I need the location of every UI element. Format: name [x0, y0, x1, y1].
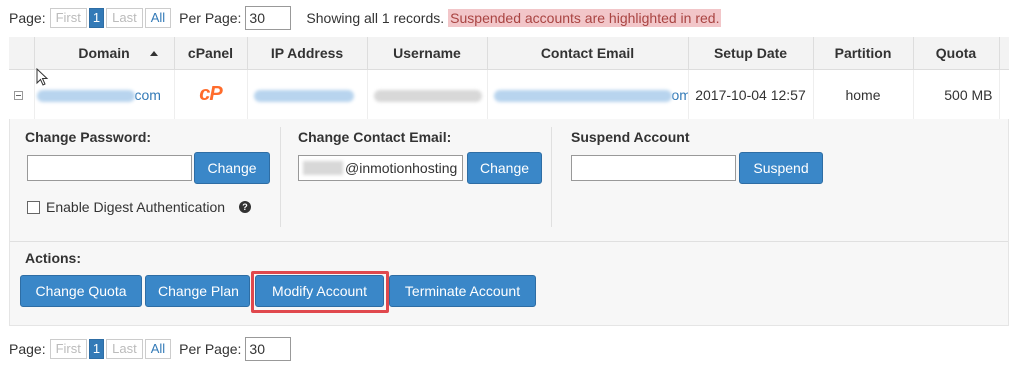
- column-header-partition[interactable]: Partition: [813, 37, 914, 70]
- section-divider: [551, 127, 552, 227]
- column-header-username[interactable]: Username: [367, 37, 488, 70]
- expand-column-header: [9, 37, 35, 70]
- page-current-button[interactable]: 1: [88, 339, 105, 359]
- terminate-account-button[interactable]: Terminate Account: [389, 275, 536, 307]
- page-label: Page:: [9, 341, 46, 357]
- contact-email-value: @inmotionhosting: [345, 160, 458, 176]
- column-header-contact-email[interactable]: Contact Email: [487, 37, 689, 70]
- column-header-quota[interactable]: Quota: [913, 37, 1000, 70]
- contact-email-cell[interactable]: om: [487, 69, 689, 121]
- domain-cell[interactable]: com: [34, 69, 175, 121]
- column-header-extra: [999, 37, 1009, 70]
- suspended-note: Suspended accounts are highlighted in re…: [448, 9, 722, 27]
- help-icon[interactable]: ?: [239, 201, 251, 213]
- page-first-button[interactable]: First: [49, 8, 87, 28]
- ip-address-cell: [247, 69, 368, 121]
- cpanel-icon[interactable]: cP: [199, 83, 222, 105]
- page-last-button[interactable]: Last: [106, 8, 143, 28]
- section-divider: [280, 127, 281, 227]
- email-link[interactable]: om: [672, 87, 688, 103]
- mouse-cursor-icon: [36, 68, 49, 86]
- contact-email-input[interactable]: @inmotionhosting: [298, 155, 463, 181]
- highlight-box: [251, 271, 389, 313]
- page-current-button[interactable]: 1: [88, 8, 105, 28]
- change-email-button[interactable]: Change: [467, 152, 542, 184]
- suspend-account-title: Suspend Account: [571, 129, 690, 145]
- table-header-row: Domain cPanel IP Address Username Contac…: [9, 37, 1009, 70]
- change-password-title: Change Password:: [25, 129, 152, 145]
- per-page-input[interactable]: [245, 6, 292, 30]
- suspend-button[interactable]: Suspend: [739, 152, 823, 184]
- actions-divider: [10, 241, 1008, 242]
- page-first-button[interactable]: First: [49, 339, 87, 359]
- table-row: com cP om 2017-10-04 12:57 home 500 MB: [9, 69, 1009, 121]
- collapse-row-icon[interactable]: [14, 91, 23, 101]
- page-last-button[interactable]: Last: [106, 339, 143, 359]
- partition-cell: home: [813, 69, 914, 121]
- change-password-button[interactable]: Change: [194, 152, 270, 184]
- per-page-label: Per Page:: [179, 341, 242, 357]
- pager-bottom: Page: First 1 Last All Per Page:: [9, 337, 292, 361]
- accounts-table: Domain cPanel IP Address Username Contac…: [9, 37, 1009, 121]
- redacted-email-prefix: [303, 161, 343, 175]
- column-header-ip-address[interactable]: IP Address: [247, 37, 368, 70]
- actions-title: Actions:: [25, 250, 81, 266]
- pager-top: Page: First 1 Last All Per Page: Showing…: [9, 6, 722, 30]
- digest-auth-label: Enable Digest Authentication: [46, 199, 226, 215]
- new-password-input[interactable]: [27, 155, 192, 181]
- redacted-username: [373, 89, 482, 102]
- page-all-button[interactable]: All: [144, 339, 172, 359]
- column-header-domain[interactable]: Domain: [34, 37, 175, 70]
- column-header-setup-date[interactable]: Setup Date: [688, 37, 814, 70]
- records-count-text: Showing all 1 records.: [306, 10, 445, 26]
- sort-ascending-icon: [149, 51, 158, 56]
- suspend-reason-input[interactable]: [571, 155, 736, 181]
- account-details-panel: Change Password: Change Enable Digest Au…: [9, 119, 1009, 326]
- change-quota-button[interactable]: Change Quota: [20, 275, 142, 307]
- column-header-cpanel[interactable]: cPanel: [174, 37, 248, 70]
- change-email-title: Change Contact Email:: [298, 129, 452, 145]
- per-page-label: Per Page:: [179, 10, 242, 26]
- redacted-email: [493, 89, 672, 102]
- quota-cell: 500 MB: [913, 69, 1000, 121]
- domain-link[interactable]: com: [135, 87, 161, 103]
- digest-auth-checkbox[interactable]: [27, 201, 40, 214]
- setup-date-cell: 2017-10-04 12:57: [688, 69, 814, 121]
- cpanel-cell[interactable]: cP: [174, 69, 248, 121]
- change-plan-button[interactable]: Change Plan: [145, 275, 250, 307]
- redacted-ip: [253, 89, 354, 102]
- per-page-input[interactable]: [245, 337, 292, 361]
- username-cell: [367, 69, 488, 121]
- page-label: Page:: [9, 10, 46, 26]
- page-all-button[interactable]: All: [144, 8, 172, 28]
- redacted-domain: [36, 89, 135, 102]
